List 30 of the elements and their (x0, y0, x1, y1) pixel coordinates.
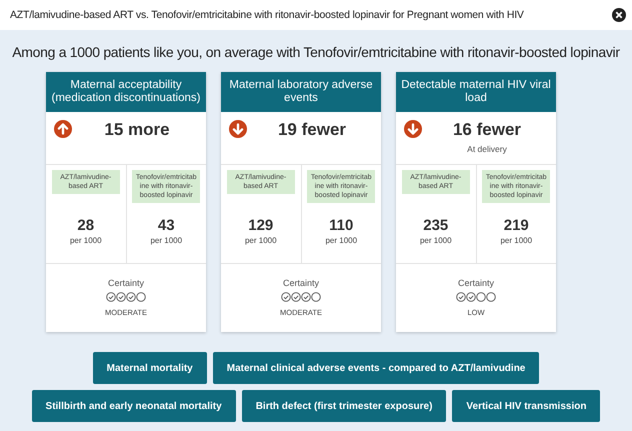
close-icon[interactable] (612, 8, 626, 22)
outcome-button[interactable]: Stillbirth and early neonatal mortality (32, 390, 236, 422)
outcome-button[interactable]: Maternal clinical adverse events - compared to AZT/lamivudine (212, 352, 540, 384)
arm-unit: per 1000 (70, 236, 102, 245)
arm-value: 110 (329, 217, 354, 234)
arm-value: 129 (248, 217, 274, 234)
effect-value: 19 fewer (278, 120, 346, 140)
arm-value: 219 (504, 217, 529, 234)
certainty-label: Certainty (282, 278, 319, 288)
arm-unit: per 1000 (150, 236, 182, 245)
summary-heading: Among a 1000 patients like you, on average with Tenofovir/emtricitabine with ritonavir-boosted lopinavir (12, 44, 620, 60)
outcome-button[interactable]: Maternal mortality (92, 352, 207, 384)
arm-value: 235 (423, 217, 448, 234)
card-title: Detectable maternal HIV viral load (396, 72, 556, 112)
arm-unit: per 1000 (325, 236, 358, 245)
arm-unit: per 1000 (420, 236, 452, 245)
arm-unit: per 1000 (500, 236, 532, 245)
outcome-button[interactable]: Birth defect (first trimester exposure) (242, 390, 446, 422)
certainty-label: Certainty (108, 278, 144, 288)
arm-value: 43 (158, 217, 175, 234)
effect-value: 15 more (104, 120, 170, 140)
effect-value: 16 fewer (452, 120, 522, 140)
window-title: AZT/lamivudine-based ART vs. Tenofovir/emtricitabine with ritonavir-boosted lopinavir for Pregnant women with HIV (10, 9, 524, 21)
arm-unit: per 1000 (244, 236, 277, 245)
effect-note: At delivery (467, 144, 507, 154)
card-title: Maternal acceptability (medication discontinuations) (46, 72, 206, 112)
certainty-label: Certainty (458, 278, 494, 288)
card-title: Maternal laboratory adverse events (221, 72, 381, 112)
arm-value: 28 (77, 217, 94, 234)
outcome-button[interactable]: Vertical HIV transmission (452, 390, 600, 422)
